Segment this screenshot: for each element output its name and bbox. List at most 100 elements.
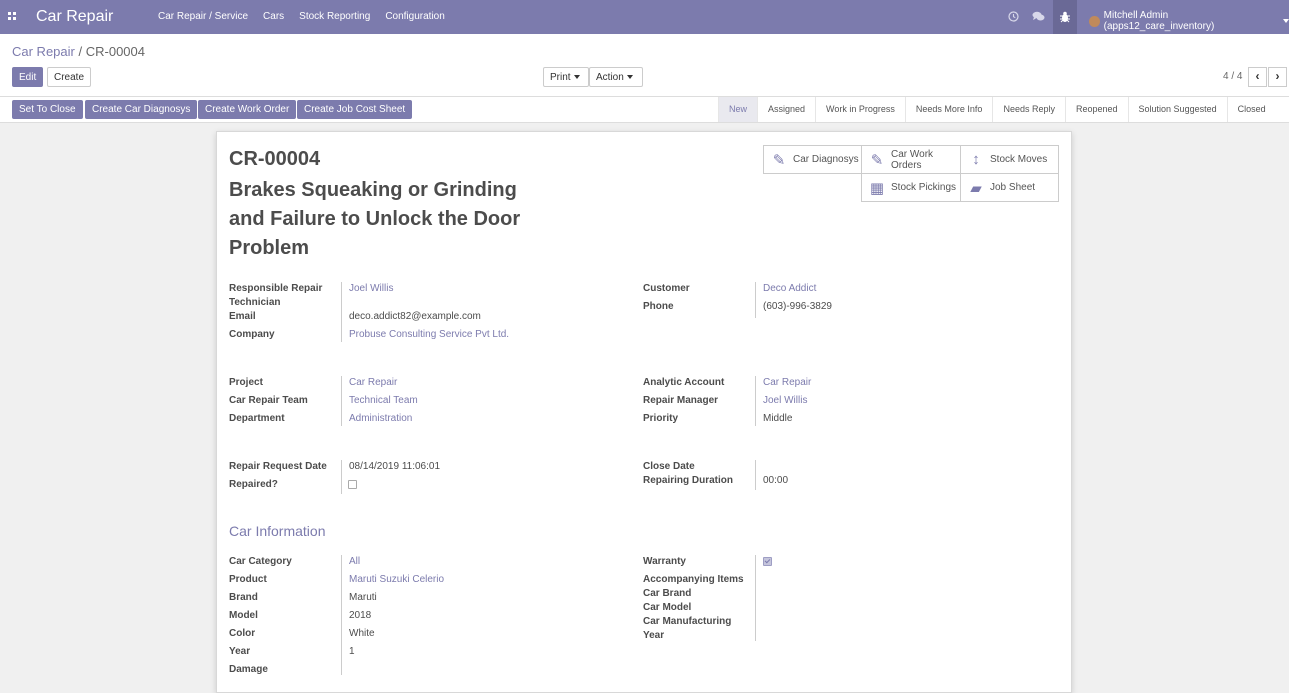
print-dropdown[interactable]: Print	[543, 67, 589, 87]
action-label: Action	[596, 72, 624, 83]
stage-assigned[interactable]: Assigned	[757, 97, 815, 122]
repair-request-date-value: 08/14/2019 11:06:01	[349, 461, 441, 472]
field-divider	[341, 282, 342, 342]
create-button[interactable]: Create	[47, 67, 92, 87]
pager-value[interactable]: 4 / 4	[1223, 71, 1242, 82]
bug-icon	[1060, 11, 1070, 26]
edit-button[interactable]: Edit	[12, 67, 44, 87]
menu-cars[interactable]: Cars	[263, 11, 284, 22]
repair-request-date-label: Repair Request Date	[229, 461, 327, 472]
menu-stock-reporting[interactable]: Stock Reporting	[299, 11, 370, 22]
app-brand[interactable]: Car Repair	[36, 8, 113, 26]
control-panel: Car Repair / CR-00004 Edit Create Print …	[0, 34, 1289, 96]
damage-label: Damage	[229, 664, 268, 675]
repairing-duration-value: 00:00	[763, 475, 789, 486]
menu-configuration[interactable]: Configuration	[385, 11, 444, 22]
repair-manager-value[interactable]: Joel Willis	[763, 394, 807, 408]
create-work-order-button[interactable]: Create Work Order	[198, 100, 297, 119]
top-menu: Car Repair / Service Cars Stock Reportin…	[158, 11, 445, 22]
stage-pipeline: New Assigned Work in Progress Needs More…	[718, 97, 1276, 122]
customer-label: Customer	[643, 283, 690, 294]
brand-value: Maruti	[349, 592, 377, 603]
project-value[interactable]: Car Repair	[349, 376, 397, 390]
repair-manager-label: Repair Manager	[643, 395, 719, 406]
close-date-label: Close Date	[643, 461, 695, 472]
print-label: Print	[550, 72, 571, 83]
repaired-checkbox[interactable]	[348, 480, 357, 489]
create-car-diagnosys-button[interactable]: Create Car Diagnosys	[85, 100, 198, 119]
debug-toggle[interactable]	[1053, 0, 1077, 34]
car-brand-label: Car Brand	[643, 588, 692, 599]
phone-label: Phone	[643, 301, 674, 312]
car-work-orders-label: Car Work Orders	[891, 148, 934, 171]
form-statusbar: Set To Close Create Car Diagnosys Create…	[0, 96, 1289, 123]
stock-moves-smart-button[interactable]: ↕ Stock Moves	[960, 145, 1059, 174]
stage-work-in-progress[interactable]: Work in Progress	[815, 97, 905, 122]
chevron-right-icon: ›	[1275, 69, 1280, 83]
stock-pickings-smart-button[interactable]: ▦ Stock Pickings	[861, 173, 961, 202]
field-divider	[755, 282, 756, 318]
field-divider	[755, 555, 756, 641]
car-category-label: Car Category	[229, 556, 292, 567]
record-reference: CR-00004	[229, 148, 321, 170]
user-menu[interactable]: Mitchell Admin (apps12_care_inventory)	[1089, 10, 1289, 32]
stage-needs-reply[interactable]: Needs Reply	[992, 97, 1065, 122]
stock-pickings-label: Stock Pickings	[891, 182, 957, 193]
car-manufacturing-year-label: Car Manufacturing Year	[643, 616, 732, 641]
warranty-checkbox[interactable]	[763, 557, 772, 566]
pager-previous-button[interactable]: ‹	[1248, 67, 1267, 87]
product-label: Product	[229, 574, 267, 585]
chevron-down-icon	[1283, 19, 1289, 23]
responsible-technician-value[interactable]: Joel Willis	[349, 282, 393, 296]
chat-icon[interactable]	[1032, 11, 1045, 23]
analytic-account-label: Analytic Account	[643, 377, 725, 388]
car-work-orders-smart-button[interactable]: ✎ Car Work Orders	[861, 145, 961, 174]
action-dropdown[interactable]: Action	[589, 67, 643, 87]
arrows-vertical-icon: ↕	[972, 151, 980, 168]
car-category-value[interactable]: All	[349, 555, 360, 569]
job-sheet-smart-button[interactable]: ▰ Job Sheet	[960, 173, 1059, 202]
stage-new[interactable]: New	[718, 97, 758, 122]
breadcrumb-separator: /	[78, 44, 83, 59]
avatar	[1089, 15, 1100, 27]
analytic-account-value[interactable]: Car Repair	[763, 376, 811, 390]
record-title: Brakes Squeaking or Grinding and Failure…	[229, 179, 521, 259]
building-icon: ▦	[869, 179, 885, 197]
pencil-icon: ✎	[870, 151, 884, 169]
set-to-close-button[interactable]: Set To Close	[12, 100, 83, 119]
pager-next-button[interactable]: ›	[1268, 67, 1287, 87]
clock-icon[interactable]	[1007, 11, 1019, 23]
stage-solution-suggested[interactable]: Solution Suggested	[1127, 97, 1227, 122]
apps-grid-icon[interactable]	[8, 12, 17, 21]
field-divider	[755, 460, 756, 490]
stage-closed[interactable]: Closed	[1226, 97, 1276, 122]
stock-moves-label: Stock Moves	[990, 154, 1048, 165]
create-job-cost-sheet-button[interactable]: Create Job Cost Sheet	[297, 100, 413, 119]
year-value: 1	[349, 646, 355, 657]
color-value: White	[349, 628, 375, 639]
book-icon: ▰	[970, 179, 982, 197]
email-value: deco.addict82@example.com	[349, 311, 481, 322]
car-diagnosys-smart-button[interactable]: ✎ Car Diagnosys	[763, 145, 862, 174]
menu-car-repair-service[interactable]: Car Repair / Service	[158, 11, 248, 22]
car-information-heading: Car Information	[229, 523, 326, 539]
car-model-label: Car Model	[643, 602, 692, 613]
stage-reopened[interactable]: Reopened	[1064, 97, 1128, 122]
chevron-down-icon	[573, 75, 580, 80]
breadcrumb-parent[interactable]: Car Repair	[12, 44, 75, 59]
repaired-label: Repaired?	[229, 479, 278, 490]
stage-needs-more-info[interactable]: Needs More Info	[904, 97, 993, 122]
job-sheet-label: Job Sheet	[990, 182, 1036, 193]
form-sheet: CR-00004 Brakes Squeaking or Grinding an…	[216, 131, 1072, 693]
model-value: 2018	[349, 610, 372, 621]
pencil-icon: ✎	[772, 151, 786, 169]
product-value[interactable]: Maruti Suzuki Celerio	[349, 573, 444, 587]
department-value[interactable]: Administration	[349, 412, 412, 426]
field-divider	[341, 376, 342, 426]
car-repair-team-value[interactable]: Technical Team	[349, 394, 418, 408]
customer-value[interactable]: Deco Addict	[763, 282, 816, 296]
chevron-left-icon: ‹	[1255, 69, 1260, 83]
top-navbar: Car Repair Car Repair / Service Cars Sto…	[0, 0, 1289, 34]
company-value[interactable]: Probuse Consulting Service Pvt Ltd.	[349, 328, 509, 342]
email-label: Email	[229, 311, 256, 322]
